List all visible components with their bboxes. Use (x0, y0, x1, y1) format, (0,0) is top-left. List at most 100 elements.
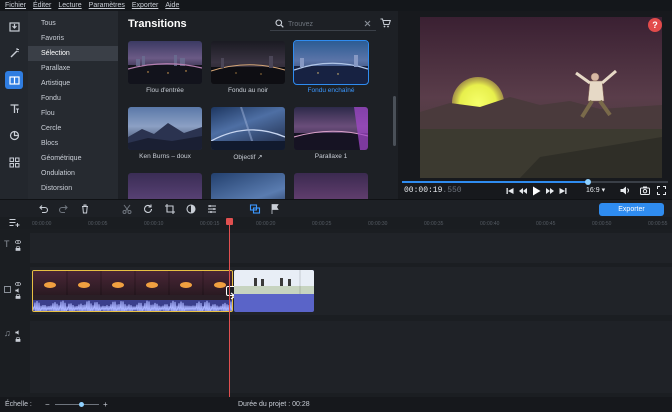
transition-label: Ken Burns – doux (139, 153, 191, 160)
titles-button[interactable] (5, 99, 23, 117)
delete-icon[interactable] (79, 203, 91, 215)
menu-parametres[interactable]: Paramètres (89, 0, 125, 11)
import-icon (8, 21, 20, 32)
menu-bar: Fichier Éditer Lecture Paramètres Export… (0, 0, 672, 11)
menu-lecture[interactable]: Lecture (58, 0, 81, 11)
menu-fichier[interactable]: Fichier (5, 0, 26, 11)
skip-back-icon[interactable] (506, 187, 514, 195)
category-favoris[interactable]: Favoris (28, 31, 118, 46)
cut-icon[interactable] (121, 203, 133, 215)
playhead[interactable] (229, 219, 230, 397)
visibility-eye-icon[interactable] (15, 282, 21, 286)
lock-icon[interactable] (15, 337, 21, 342)
redo-icon[interactable] (58, 203, 70, 215)
step-back-icon[interactable] (519, 187, 527, 195)
ruler-tick: 00:00:30 (368, 221, 388, 227)
clear-icon[interactable] (364, 20, 371, 27)
category-blocs[interactable]: Blocs (28, 136, 118, 151)
title-track[interactable] (30, 233, 672, 263)
color-adjust-icon[interactable] (185, 203, 197, 215)
crop-icon[interactable] (164, 203, 176, 215)
timecode-ms: .550 (442, 186, 462, 195)
lock-icon[interactable] (15, 246, 21, 251)
category-artistique[interactable]: Artistique (28, 76, 118, 91)
volume-icon[interactable] (15, 330, 21, 335)
undo-icon[interactable] (37, 203, 49, 215)
transition-label: Parallaxe 1 (314, 153, 348, 160)
preview-panel: ? 00:00:19.550 16:9 ▾ (398, 11, 672, 199)
category-distorsion[interactable]: Distorsion (28, 181, 118, 196)
menu-editer[interactable]: Éditer (33, 0, 51, 11)
ruler-tick: 00:00:25 (312, 221, 332, 227)
transition-label: Fondu au noir (227, 87, 269, 94)
scale-slider-knob[interactable] (79, 402, 85, 407)
transition-thumb[interactable] (128, 173, 202, 199)
transition-thumb[interactable] (294, 173, 368, 199)
video-preview (420, 17, 662, 178)
transition-thumb[interactable] (294, 107, 368, 150)
transition-thumb[interactable] (211, 173, 285, 199)
step-forward-icon[interactable] (546, 187, 554, 195)
transition-label: Objectif ↗ (233, 154, 263, 161)
transition-thumb[interactable] (293, 40, 369, 85)
store-cart-icon[interactable] (380, 18, 391, 28)
export-button[interactable]: Exporter (599, 203, 664, 216)
zoom-in-icon[interactable]: + (103, 397, 108, 412)
timeline-ruler[interactable]: 00:00:00 00:00:05 00:00:10 00:00:15 00:0… (30, 217, 672, 229)
video-clip[interactable] (32, 270, 233, 312)
category-geometrique[interactable]: Géométrique (28, 151, 118, 166)
filters-button[interactable] (5, 43, 23, 61)
import-button[interactable] (5, 17, 23, 35)
menu-exporter[interactable]: Exporter (132, 0, 158, 11)
category-cercle[interactable]: Cercle (28, 121, 118, 136)
zoom-out-icon[interactable]: − (45, 397, 50, 412)
category-flou[interactable]: Flou (28, 106, 118, 121)
volume-icon[interactable] (620, 186, 630, 195)
help-button[interactable]: ? (648, 18, 662, 32)
aspect-ratio-select[interactable]: 16:9 ▾ (586, 186, 605, 194)
menu-aide[interactable]: Aide (165, 0, 179, 11)
category-tous[interactable]: Tous (28, 16, 118, 31)
playhead-handle[interactable] (226, 218, 233, 225)
visibility-eye-icon[interactable] (15, 240, 21, 244)
search-input[interactable] (288, 18, 358, 30)
audio-track[interactable] (30, 321, 672, 393)
progress-knob[interactable] (585, 179, 592, 185)
timeline-tracks: T ♫ (0, 218, 672, 397)
add-track-icon[interactable] (9, 218, 20, 227)
titles-icon (10, 103, 19, 113)
snapshot-camera-icon[interactable] (640, 186, 650, 195)
volume-icon[interactable] (15, 288, 21, 293)
stickers-button[interactable] (5, 126, 23, 144)
rotate-icon[interactable] (142, 203, 154, 215)
clip-properties-icon[interactable] (206, 203, 218, 215)
play-icon[interactable] (532, 186, 541, 196)
category-ondulation[interactable]: Ondulation (28, 166, 118, 181)
transition-thumb[interactable] (128, 41, 202, 84)
marker-flag-icon[interactable] (269, 203, 281, 215)
transition-thumb[interactable] (211, 107, 285, 150)
video-clip[interactable] (234, 270, 314, 312)
stickers-icon (9, 130, 19, 140)
edit-toolbar: Exporter (0, 199, 672, 217)
category-parallaxe[interactable]: Parallaxe (28, 61, 118, 76)
gallery-title: Transitions (128, 18, 187, 30)
playback-progress[interactable] (402, 179, 668, 185)
status-bar: Échelle : − + Durée du projet : 00:28 (0, 397, 672, 412)
ruler-tick: 00:00:50 (592, 221, 612, 227)
more-tools-button[interactable] (5, 153, 23, 171)
transition-thumb[interactable] (211, 41, 285, 84)
skip-forward-icon[interactable] (559, 187, 567, 195)
scale-slider[interactable] (55, 402, 99, 407)
transitions-button[interactable] (5, 71, 23, 89)
gallery-scrollbar[interactable] (393, 96, 396, 146)
link-transitions-icon[interactable] (249, 203, 261, 215)
project-duration: Durée du projet : 00:28 (238, 401, 310, 408)
category-fondu[interactable]: Fondu (28, 91, 118, 106)
transition-thumb[interactable] (128, 107, 202, 150)
transition-label: Flou d'entrée (146, 87, 184, 94)
ruler-tick: 00:00:55 (648, 221, 668, 227)
fullscreen-icon[interactable] (657, 186, 666, 195)
category-selection[interactable]: Sélection (28, 46, 118, 61)
lock-icon[interactable] (15, 294, 21, 299)
